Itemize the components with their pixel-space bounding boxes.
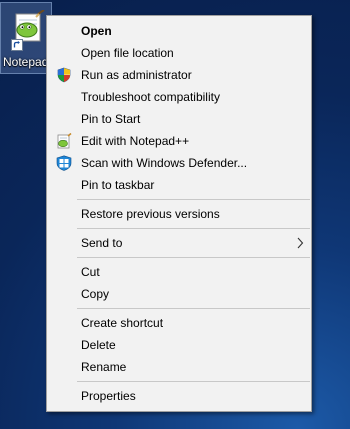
menu-item-open[interactable]: Open xyxy=(47,20,311,42)
menu-item-cut[interactable]: Cut xyxy=(47,261,311,283)
menu-item-restore-previous-versions[interactable]: Restore previous versions xyxy=(47,203,311,225)
menu-item-open-file-location[interactable]: Open file location xyxy=(47,42,311,64)
menu-item-label: Delete xyxy=(81,338,116,352)
menu-item-label: Run as administrator xyxy=(81,68,192,82)
menu-item-label: Restore previous versions xyxy=(81,207,220,221)
shortcut-arrow-icon xyxy=(11,39,23,51)
menu-separator xyxy=(77,381,310,382)
chevron-right-icon xyxy=(297,237,304,249)
menu-item-create-shortcut[interactable]: Create shortcut xyxy=(47,312,311,334)
windows-defender-icon xyxy=(56,155,72,171)
menu-item-label: Create shortcut xyxy=(81,316,164,330)
menu-separator xyxy=(77,308,310,309)
menu-item-delete[interactable]: Delete xyxy=(47,334,311,356)
menu-item-label: Rename xyxy=(81,360,127,374)
menu-item-label: Troubleshoot compatibility xyxy=(81,90,220,104)
notepad-plus-plus-shortcut[interactable]: Notepad++ xyxy=(0,2,62,74)
notepad-plus-plus-icon xyxy=(57,133,72,149)
menu-item-label: Pin to taskbar xyxy=(81,178,155,192)
menu-item-pin-to-taskbar[interactable]: Pin to taskbar xyxy=(47,174,311,196)
menu-item-scan-with-windows-defender[interactable]: Scan with Windows Defender... xyxy=(47,152,311,174)
menu-item-pin-to-start[interactable]: Pin to Start xyxy=(47,108,311,130)
menu-item-troubleshoot-compatibility[interactable]: Troubleshoot compatibility xyxy=(47,86,311,108)
menu-item-edit-with-notepad-plus-plus[interactable]: Edit with Notepad++ xyxy=(47,130,311,152)
menu-item-label: Open file location xyxy=(81,46,174,60)
menu-item-rename[interactable]: Rename xyxy=(47,356,311,378)
menu-item-label: Open xyxy=(81,24,112,38)
context-menu: Open Open file location Run as administr… xyxy=(46,15,312,412)
menu-item-label: Copy xyxy=(81,287,110,301)
menu-item-label: Cut xyxy=(81,265,100,279)
menu-item-copy[interactable]: Copy xyxy=(47,283,311,305)
menu-item-send-to[interactable]: Send to xyxy=(47,232,311,254)
menu-item-properties[interactable]: Properties xyxy=(47,385,311,407)
uac-shield-icon xyxy=(57,67,71,83)
menu-item-run-as-administrator[interactable]: Run as administrator xyxy=(47,64,311,86)
menu-item-label: Properties xyxy=(81,389,136,403)
menu-separator xyxy=(77,228,310,229)
menu-item-label: Scan with Windows Defender... xyxy=(81,156,248,170)
menu-item-label: Pin to Start xyxy=(81,112,141,126)
menu-separator xyxy=(77,257,310,258)
menu-item-label: Send to xyxy=(81,236,123,250)
menu-item-label: Edit with Notepad++ xyxy=(81,134,190,148)
menu-separator xyxy=(77,199,310,200)
